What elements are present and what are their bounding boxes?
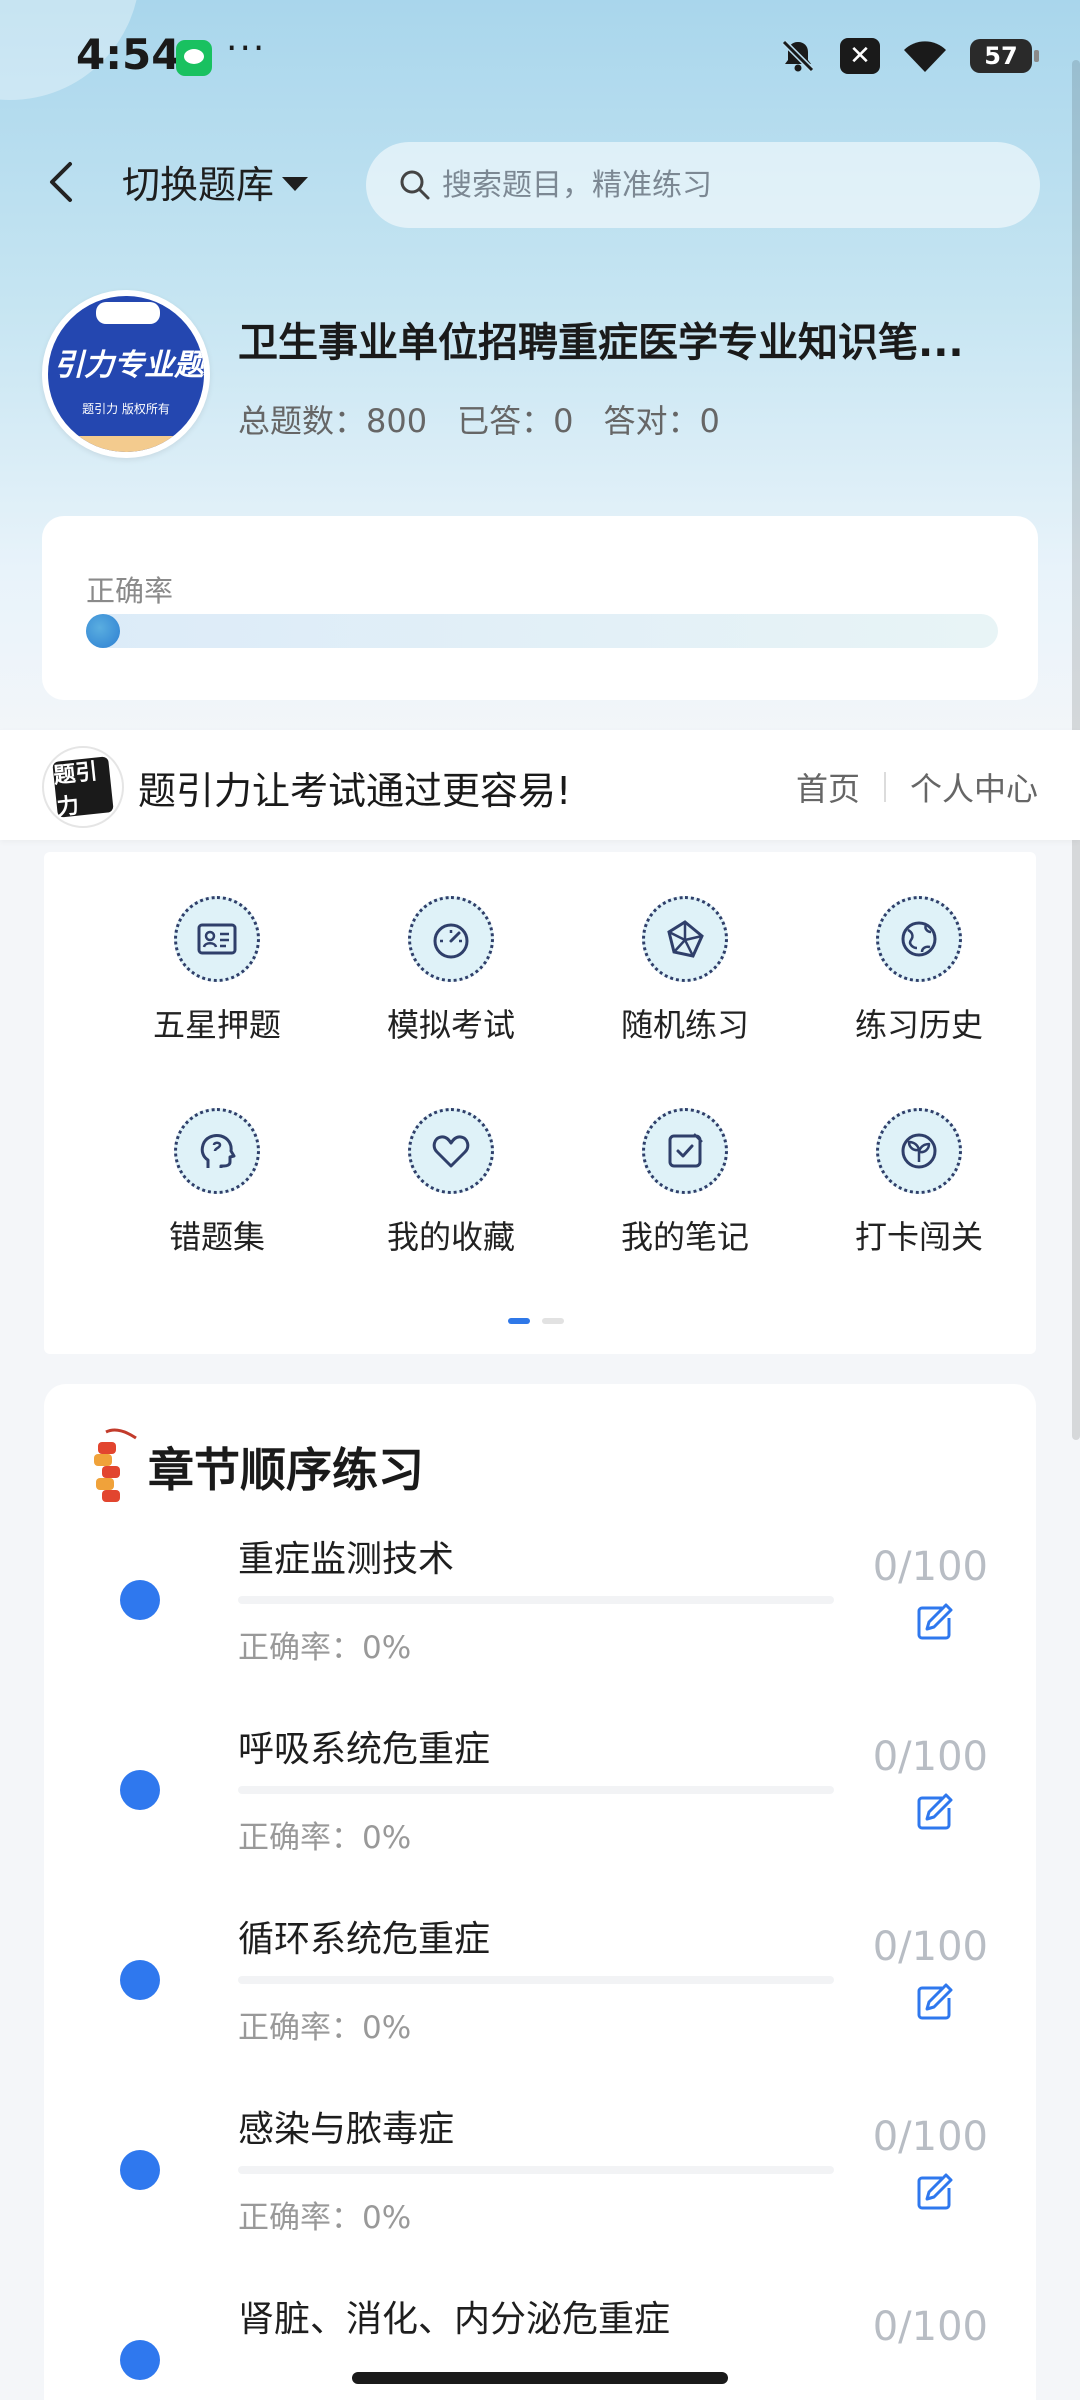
- battery-icon: 57: [970, 39, 1039, 73]
- chapter-item[interactable]: 重症监测技术 正确率：0% 0/100: [44, 1530, 1036, 1720]
- chapter-count: 0/100: [872, 2304, 988, 2350]
- chapter-section-title: 章节顺序练习: [148, 1443, 424, 1497]
- accuracy-progress-bar: [86, 614, 998, 648]
- feature-pager[interactable]: [508, 1318, 564, 1324]
- stat-total: 总题数：800: [238, 402, 428, 440]
- id-card-icon: [174, 896, 260, 982]
- wifi-icon: [904, 41, 946, 72]
- switch-bank-dropdown[interactable]: 切换题库: [122, 154, 309, 209]
- globe-icon: [876, 896, 962, 982]
- chapter-item[interactable]: 循环系统危重症 正确率：0% 0/100: [44, 1910, 1036, 2100]
- chapter-progress-bar: [238, 2166, 834, 2174]
- chapter-name: 重症监测技术: [238, 1539, 455, 1580]
- pager-dot[interactable]: [542, 1318, 564, 1324]
- feature-label: 错题集: [168, 1218, 265, 1256]
- brand-logo-text: 题引力: [52, 756, 114, 821]
- edit-icon[interactable]: [912, 1600, 956, 1644]
- edit-icon[interactable]: [912, 2170, 956, 2214]
- back-button[interactable]: [42, 156, 82, 208]
- caret-down-icon: [282, 176, 309, 191]
- network-icon: [642, 896, 728, 982]
- chapter-accuracy: 正确率：0%: [238, 2010, 412, 2046]
- pager-dot-active[interactable]: [508, 1318, 530, 1324]
- bell-muted-icon: [781, 39, 815, 73]
- chapter-accuracy: 正确率：0%: [238, 1820, 412, 1856]
- stat-correct: 答对：0: [603, 402, 720, 440]
- slogan-bar: 题引力 题引力让考试通过更容易! 首页 个人中心: [0, 730, 1080, 840]
- feature-label: 我的笔记: [620, 1218, 749, 1256]
- feature-five-star[interactable]: 五星押题: [100, 896, 334, 1046]
- chevron-left-icon: [50, 162, 72, 202]
- feature-mock-exam[interactable]: 模拟考试: [334, 896, 568, 1046]
- chapter-dot: [120, 2340, 160, 2380]
- chapter-count: 0/100: [872, 1924, 988, 1970]
- feature-label: 我的收藏: [386, 1218, 515, 1256]
- chapter-accuracy: 正确率：0%: [238, 1630, 412, 1666]
- feature-label: 模拟考试: [386, 1006, 515, 1044]
- chapter-progress-bar: [238, 1976, 834, 1984]
- chapter-accuracy: 正确率：0%: [238, 2200, 412, 2236]
- heart-icon: [408, 1108, 494, 1194]
- note-check-icon: [642, 1108, 728, 1194]
- bank-logo: 引力专业题 题引力 版权所有: [42, 290, 210, 458]
- firecracker-icon: [94, 1428, 137, 1502]
- chapter-count: 0/100: [872, 2114, 988, 2160]
- chapter-dot: [120, 1770, 160, 1810]
- nav-profile-link[interactable]: 个人中心: [910, 764, 1038, 810]
- accuracy-card: 正确率: [42, 516, 1038, 700]
- chapter-dot: [120, 2150, 160, 2190]
- search-input[interactable]: [440, 166, 1004, 204]
- search-bar[interactable]: [366, 142, 1040, 228]
- nav-divider: [883, 772, 886, 802]
- accuracy-label: 正确率: [86, 574, 174, 608]
- bank-logo-subtext: 题引力 版权所有: [82, 402, 170, 416]
- feature-label: 随机练习: [620, 1006, 749, 1044]
- status-time: 4:54: [76, 30, 181, 79]
- feature-label: 打卡闯关: [854, 1218, 983, 1256]
- chapter-item[interactable]: 呼吸系统危重症 正确率：0% 0/100: [44, 1720, 1036, 1910]
- chapter-practice-card: 章节顺序练习 重症监测技术 正确率：0% 0/100 呼吸系统危重症 正确率：0…: [44, 1384, 1036, 2400]
- feature-wrong-questions[interactable]: 错题集: [100, 1108, 334, 1258]
- bank-stats: 总题数：800 已答：0 答对：0: [238, 396, 720, 442]
- feature-history[interactable]: 练习历史: [802, 896, 1036, 1046]
- search-icon: [400, 170, 430, 200]
- more-notifications-icon: ···: [226, 28, 267, 69]
- chapter-dot: [120, 1580, 160, 1620]
- edit-icon[interactable]: [912, 1980, 956, 2024]
- feature-checkin[interactable]: 打卡闯关: [802, 1108, 1036, 1258]
- gauge-icon: [408, 896, 494, 982]
- brand-logo: 题引力: [42, 746, 124, 828]
- chapter-name: 呼吸系统危重症: [238, 1729, 491, 1770]
- feature-random-practice[interactable]: 随机练习: [568, 896, 802, 1046]
- feature-label: 练习历史: [854, 1006, 983, 1044]
- switch-bank-label: 切换题库: [122, 163, 275, 207]
- edit-icon[interactable]: [912, 1790, 956, 1834]
- chapter-progress-bar: [238, 1786, 834, 1794]
- status-bar: 4:54 ··· ✕ 57: [0, 0, 1080, 118]
- chapter-name: 肾脏、消化、内分泌危重症: [238, 2299, 671, 2340]
- chapter-count: 0/100: [872, 1734, 988, 1780]
- brain-head-icon: [174, 1108, 260, 1194]
- sprout-icon: [876, 1108, 962, 1194]
- close-box-icon: ✕: [840, 38, 880, 74]
- bank-title: 卫生事业单位招聘重症医学专业知识笔...: [238, 320, 964, 366]
- features-card: 五星押题 模拟考试 随机练习 练习历史 错题集 我的收藏 我的笔记 打卡闯关: [44, 852, 1036, 1354]
- chapter-name: 循环系统危重症: [238, 1919, 491, 1960]
- accuracy-progress-fill: [86, 614, 120, 648]
- chapter-count: 0/100: [872, 1544, 988, 1590]
- feature-notes[interactable]: 我的笔记: [568, 1108, 802, 1258]
- chapter-progress-bar: [238, 1596, 834, 1604]
- chapter-name: 感染与脓毒症: [238, 2109, 455, 2150]
- feature-favorites[interactable]: 我的收藏: [334, 1108, 568, 1258]
- feature-label: 五星押题: [152, 1006, 281, 1044]
- wechat-notification-icon: [176, 40, 212, 76]
- nav-home-link[interactable]: 首页: [796, 764, 860, 810]
- chapter-item[interactable]: 感染与脓毒症 正确率：0% 0/100: [44, 2100, 1036, 2290]
- stat-answered: 已答：0: [457, 402, 574, 440]
- home-indicator[interactable]: [352, 2372, 728, 2384]
- chapter-dot: [120, 1960, 160, 2000]
- slogan-text: 题引力让考试通过更容易!: [138, 769, 572, 813]
- bank-logo-text: 引力专业题: [54, 348, 204, 383]
